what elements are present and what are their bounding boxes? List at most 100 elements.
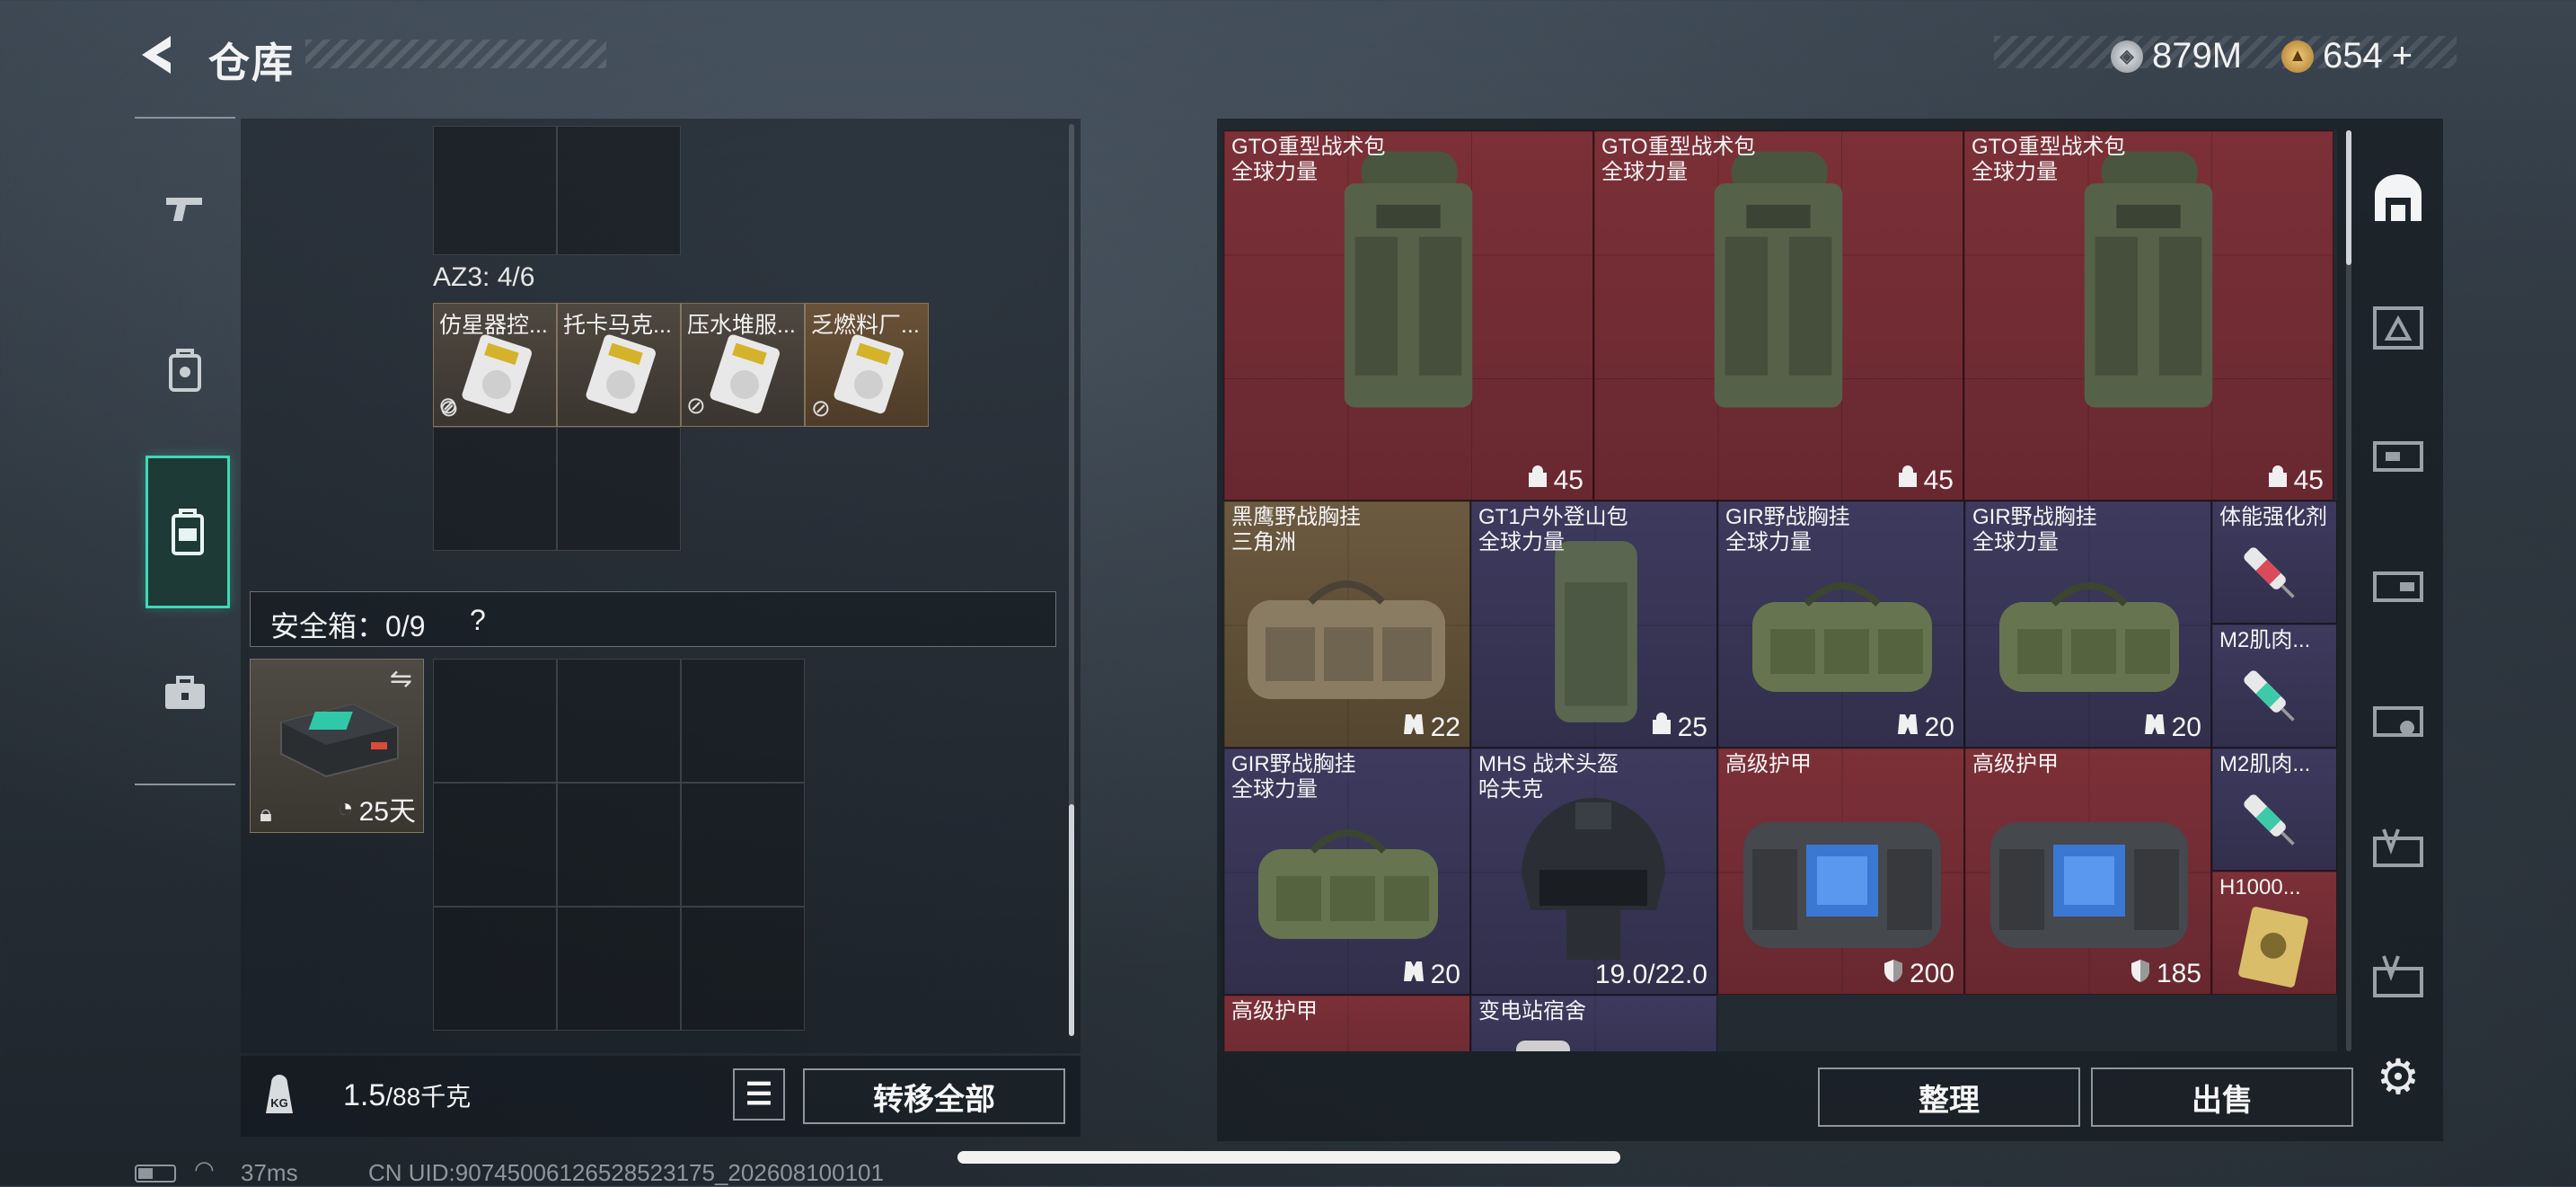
stash-item[interactable]: 体能强化剂 xyxy=(2211,500,2337,624)
item-badge: 19.0/22.0 xyxy=(1594,960,1707,989)
safe-box-slot[interactable] xyxy=(557,659,681,783)
sell-button[interactable]: 出售 xyxy=(2091,1067,2353,1127)
stash-item[interactable]: GTO重型战术包 全球力量 45 xyxy=(1593,130,1963,500)
warehouse-icon xyxy=(2375,174,2422,221)
safe-box-slot[interactable] xyxy=(433,659,557,783)
az3-empty-slot[interactable] xyxy=(557,427,681,551)
stash-item[interactable]: GT1户外登山包 全球力量 25 xyxy=(1470,500,1717,748)
stash-grid: GTO重型战术包 全球力量 45 GTO重型战术包 全球力量 45 GTO重型战术包 全球力量… xyxy=(1223,130,2337,1051)
shield-icon xyxy=(2130,958,2151,990)
stash-item[interactable]: 高级护甲 200 xyxy=(1717,748,1964,995)
secure-case-icon xyxy=(280,703,399,778)
vest-icon xyxy=(2143,713,2166,743)
stash-item[interactable]: 高级护甲 xyxy=(1223,995,1470,1051)
home-indicator[interactable] xyxy=(957,1151,1620,1164)
stash-tab-icon xyxy=(2373,441,2423,472)
rail-tab-7[interactable] xyxy=(2362,935,2434,1024)
safe-box-slot[interactable] xyxy=(433,783,557,907)
uid-text: CN UID:9074500612652852317​5_20260810010… xyxy=(368,1159,884,1186)
nav-equipment[interactable] xyxy=(146,321,225,420)
loadout-scroll-thumb[interactable] xyxy=(1069,804,1074,1036)
back-arrow-icon xyxy=(142,36,171,74)
item-name: H1000... xyxy=(2219,875,2301,899)
lock-icon: 🔒︎ xyxy=(260,800,272,827)
stash-scroll-thumb[interactable] xyxy=(2346,130,2351,265)
stash-item[interactable]: M2肌肉... xyxy=(2211,748,2337,871)
stash-item[interactable]: GTO重型战术包 全球力量 45 xyxy=(1223,130,1593,500)
rail-all-tab[interactable] xyxy=(2362,153,2434,243)
az3-item-4[interactable]: 乏燃料厂... ⊘ xyxy=(805,303,929,427)
transfer-all-button[interactable]: 转移全部 xyxy=(803,1068,1065,1124)
currency-silver[interactable]: ◈ 879M xyxy=(2111,36,2242,76)
stash-item[interactable]: GIR野战胸挂 全球力量 20 xyxy=(1223,748,1470,995)
safe-box-slot[interactable] xyxy=(681,783,805,907)
item-name: GIR野战胸挂 全球力量 xyxy=(1725,505,1850,554)
stash-item[interactable]: GIR野战胸挂 全球力量 20 xyxy=(1717,500,1964,748)
stash-item[interactable]: 黑鹰野战胸挂 三角洲 22 xyxy=(1223,500,1470,748)
capacity-icon xyxy=(1651,713,1672,743)
category-nav xyxy=(135,117,235,785)
safe-box-slot[interactable] xyxy=(557,907,681,1031)
stash-tab-icon xyxy=(2373,306,2423,350)
rail-tab-3[interactable] xyxy=(2362,409,2434,499)
keycard-pack-icon xyxy=(586,334,656,414)
item-name: M2肌肉... xyxy=(2219,628,2311,652)
item-name: 高级护甲 xyxy=(1725,752,1812,776)
nav-weapons[interactable] xyxy=(146,159,225,258)
weight-icon: KG xyxy=(260,1074,298,1117)
swap-icon[interactable]: ⇋ xyxy=(390,663,412,695)
stash-item[interactable]: H1000... xyxy=(2211,871,2337,995)
item-name: 黑鹰野战胸挂 三角洲 xyxy=(1231,505,1361,554)
rail-tab-4[interactable] xyxy=(2362,539,2434,629)
stash-scrollbar[interactable] xyxy=(2346,130,2351,1051)
help-icon[interactable]: ? xyxy=(470,604,486,637)
stash-item[interactable]: MHS 战术头盔 哈夫克 19.0/22.0 xyxy=(1470,748,1717,995)
shield-icon xyxy=(1883,958,1904,990)
silver-coin-icon: ◈ xyxy=(2111,40,2143,73)
back-button[interactable] xyxy=(135,31,180,79)
no-transfer-icon: ⊘ xyxy=(811,394,831,421)
safe-box-slot[interactable] xyxy=(557,783,681,907)
clock-icon: ◔ xyxy=(337,793,354,823)
rail-tab-5[interactable] xyxy=(2362,674,2434,764)
stash-item[interactable]: 变电站宿舍 xyxy=(1470,995,1717,1051)
stash-item[interactable]: 高级护甲 185 xyxy=(1964,748,2211,995)
safe-box-item[interactable]: ⇋ 🔒︎ ◔ 25天 xyxy=(250,659,424,833)
item-name: 体能强化剂 xyxy=(2219,505,2327,529)
keycard-pack-icon xyxy=(710,334,780,414)
settings-gear-icon[interactable]: ⚙ xyxy=(2371,1050,2425,1104)
sort-button[interactable]: 整理 xyxy=(1818,1067,2080,1127)
item-name: GTO重型战术包 全球力量 xyxy=(1972,135,2126,184)
loadout-footer: KG 1.5/88千克 ☰ 转移全部 xyxy=(241,1056,1081,1137)
az3-item-2[interactable]: 托卡马克... xyxy=(557,303,681,427)
az3-empty-slot[interactable] xyxy=(433,427,557,551)
nav-backpack[interactable] xyxy=(146,456,230,608)
gold-coin-icon: ▲ xyxy=(2281,40,2314,73)
safe-box-slot[interactable] xyxy=(681,907,805,1031)
keycard-pack-icon xyxy=(462,334,532,414)
safe-box-header: 安全箱：0/9 ? xyxy=(250,591,1056,647)
item-name: M2肌肉... xyxy=(2219,752,2311,776)
stash-item[interactable]: M2肌肉... xyxy=(2211,624,2337,748)
safe-box-slot[interactable] xyxy=(681,659,805,783)
add-currency-button[interactable]: + xyxy=(2392,36,2413,76)
item-badge: 20 xyxy=(1402,960,1460,990)
stash-item[interactable]: GIR野战胸挂 全球力量 20 xyxy=(1964,500,2211,748)
stash-tab-icon xyxy=(2373,706,2423,737)
item-badge: 25 xyxy=(1651,713,1707,743)
toolbox-icon xyxy=(165,676,205,709)
item-name: GTO重型战术包 全球力量 xyxy=(1231,135,1386,184)
item-name: 高级护甲 xyxy=(1231,999,1318,1023)
item-name: GIR野战胸挂 全球力量 xyxy=(1972,505,2097,554)
currency-gold-value: 654 xyxy=(2323,36,2383,75)
list-view-button[interactable]: ☰ xyxy=(733,1068,785,1121)
stash-item[interactable]: GTO重型战术包 全球力量 45 xyxy=(1963,130,2333,500)
duration-text: 25天 xyxy=(358,797,416,827)
safe-box-slot[interactable] xyxy=(433,907,557,1031)
item-badge: 45 xyxy=(1897,465,1954,496)
item-name: GIR野战胸挂 全球力量 xyxy=(1231,752,1356,802)
rail-tab-2[interactable] xyxy=(2362,283,2434,373)
nav-cases[interactable] xyxy=(146,644,225,743)
currency-gold[interactable]: ▲ 654 + xyxy=(2281,36,2413,76)
rail-tab-6[interactable] xyxy=(2362,804,2434,894)
